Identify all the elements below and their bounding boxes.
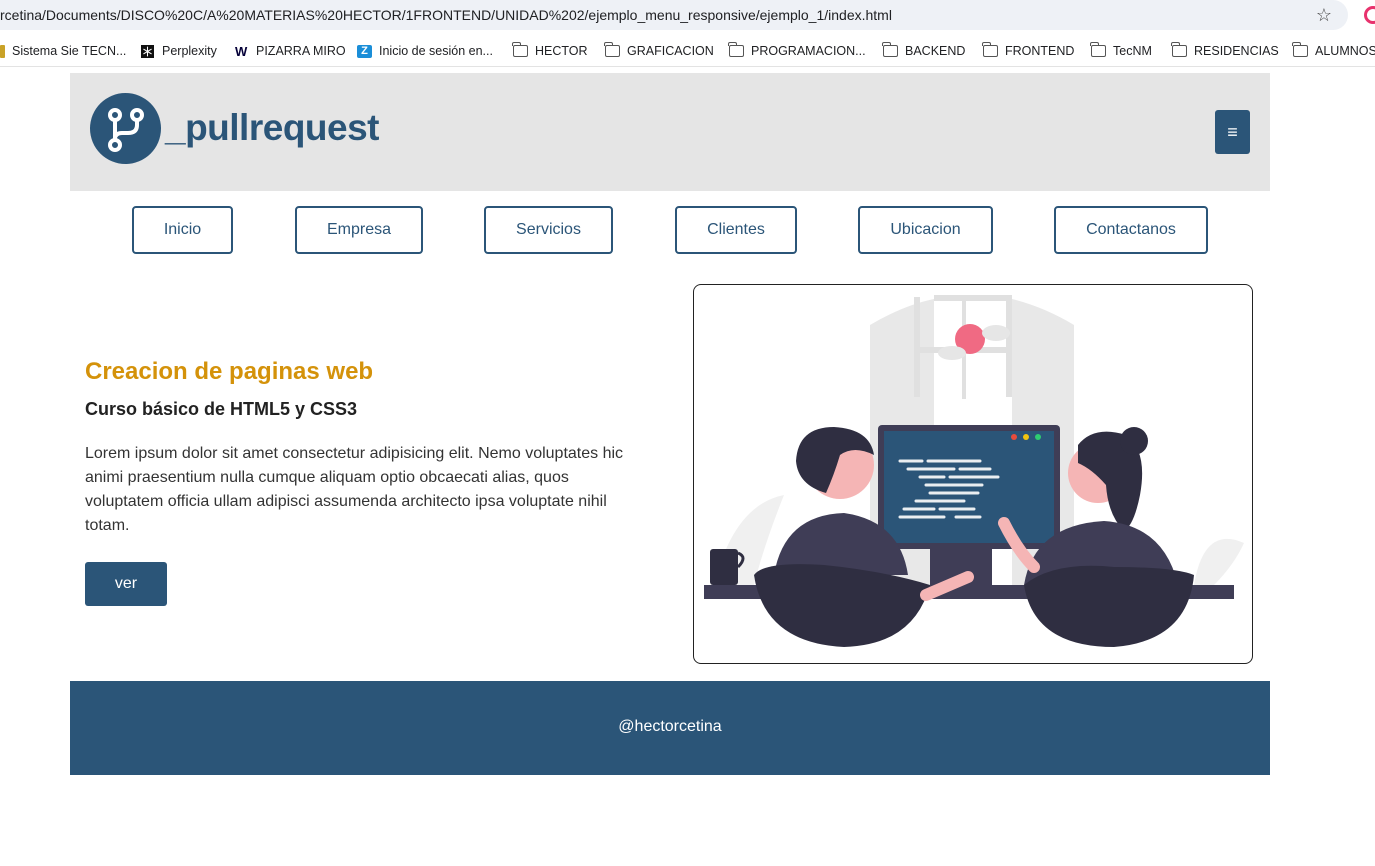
bookmark-label: ALUMNOS — [1315, 44, 1375, 58]
url-text: rcetina/Documents/DISCO%20C/A%20MATERIAS… — [0, 7, 892, 23]
bookmark-label: GRAFICACION — [627, 44, 714, 58]
bookmark-folder-graficacion[interactable]: GRAFICACION — [604, 42, 714, 58]
bookmark-inicio-sesion[interactable]: Z Inicio de sesión en... — [357, 44, 493, 58]
nav-item-empresa[interactable]: Empresa — [295, 206, 423, 254]
folder-icon — [728, 42, 744, 57]
folder-icon — [982, 42, 998, 57]
bookmark-label: TecNM — [1113, 44, 1152, 58]
hero-illustration — [693, 284, 1253, 664]
nav-item-clientes[interactable]: Clientes — [675, 206, 797, 254]
bookmark-label: Perplexity — [162, 44, 217, 58]
folder-icon — [1090, 42, 1106, 57]
bookmark-pizarra-miro[interactable]: W PIZARRA MIRO — [235, 44, 346, 58]
zoom-icon: Z — [357, 44, 372, 58]
bookmark-label: PIZARRA MIRO — [256, 44, 346, 58]
browser-address-bar: rcetina/Documents/DISCO%20C/A%20MATERIAS… — [0, 0, 1375, 32]
bookmark-folder-frontend[interactable]: FRONTEND — [982, 42, 1075, 58]
main-nav: Inicio Empresa Servicios Clientes Ubicac… — [0, 206, 1375, 254]
bookmark-star-icon[interactable]: ☆ — [1314, 5, 1334, 25]
folder-icon — [512, 42, 528, 57]
footer-handle: @hectorcetina — [618, 718, 722, 735]
perplexity-icon — [141, 44, 154, 58]
logo-icon[interactable] — [90, 93, 161, 164]
logo-text[interactable]: _pullrequest — [165, 107, 380, 149]
bookmarks-bar: Sistema Sie TECN... Perplexity W PIZARRA… — [0, 36, 1375, 67]
url-field[interactable]: rcetina/Documents/DISCO%20C/A%20MATERIAS… — [0, 0, 1348, 30]
extension-icon[interactable] — [1364, 6, 1375, 24]
nav-item-ubicacion[interactable]: Ubicacion — [858, 206, 993, 254]
developers-illustration — [704, 295, 1244, 647]
bookmark-label: BACKEND — [905, 44, 966, 58]
folder-icon — [1292, 42, 1308, 57]
nav-item-inicio[interactable]: Inicio — [132, 206, 233, 254]
nav-item-contactanos[interactable]: Contactanos — [1054, 206, 1208, 254]
bookmark-label: FRONTEND — [1005, 44, 1075, 58]
bookmark-label: Sistema Sie TECN... — [12, 44, 127, 58]
folder-icon — [882, 42, 898, 57]
bookmark-label: Inicio de sesión en... — [379, 44, 493, 58]
site-header: _pullrequest ≡ — [70, 73, 1270, 191]
hamburger-menu-button[interactable]: ≡ — [1215, 110, 1250, 154]
ver-button[interactable]: ver — [85, 562, 167, 606]
bookmark-folder-alumnos[interactable]: ALUMNOS — [1292, 42, 1375, 58]
bookmark-folder-programacion[interactable]: PROGRAMACION... — [728, 42, 866, 58]
bookmark-label: RESIDENCIAS — [1194, 44, 1279, 58]
site-icon — [0, 44, 5, 58]
bookmark-folder-backend[interactable]: BACKEND — [882, 42, 966, 58]
bookmark-folder-tecnm[interactable]: TecNM — [1090, 42, 1152, 58]
hero-subtitle: Curso básico de HTML5 y CSS3 — [85, 399, 358, 419]
git-branch-icon — [108, 108, 144, 152]
miro-icon: W — [235, 43, 248, 59]
hero-title: Creacion de paginas web — [85, 358, 374, 385]
bookmark-perplexity[interactable]: Perplexity — [140, 44, 217, 58]
site-footer: @hectorcetina — [70, 681, 1270, 775]
nav-item-servicios[interactable]: Servicios — [484, 206, 613, 254]
folder-icon — [604, 42, 620, 57]
bookmark-label: HECTOR — [535, 44, 588, 58]
folder-icon — [1171, 42, 1187, 57]
bookmark-sistema-sie[interactable]: Sistema Sie TECN... — [0, 44, 126, 58]
bookmark-folder-residencias[interactable]: RESIDENCIAS — [1171, 42, 1279, 58]
hero-paragraph: Lorem ipsum dolor sit amet consectetur a… — [85, 445, 624, 534]
bookmark-folder-hector[interactable]: HECTOR — [512, 42, 588, 58]
bookmark-label: PROGRAMACION... — [751, 44, 866, 58]
